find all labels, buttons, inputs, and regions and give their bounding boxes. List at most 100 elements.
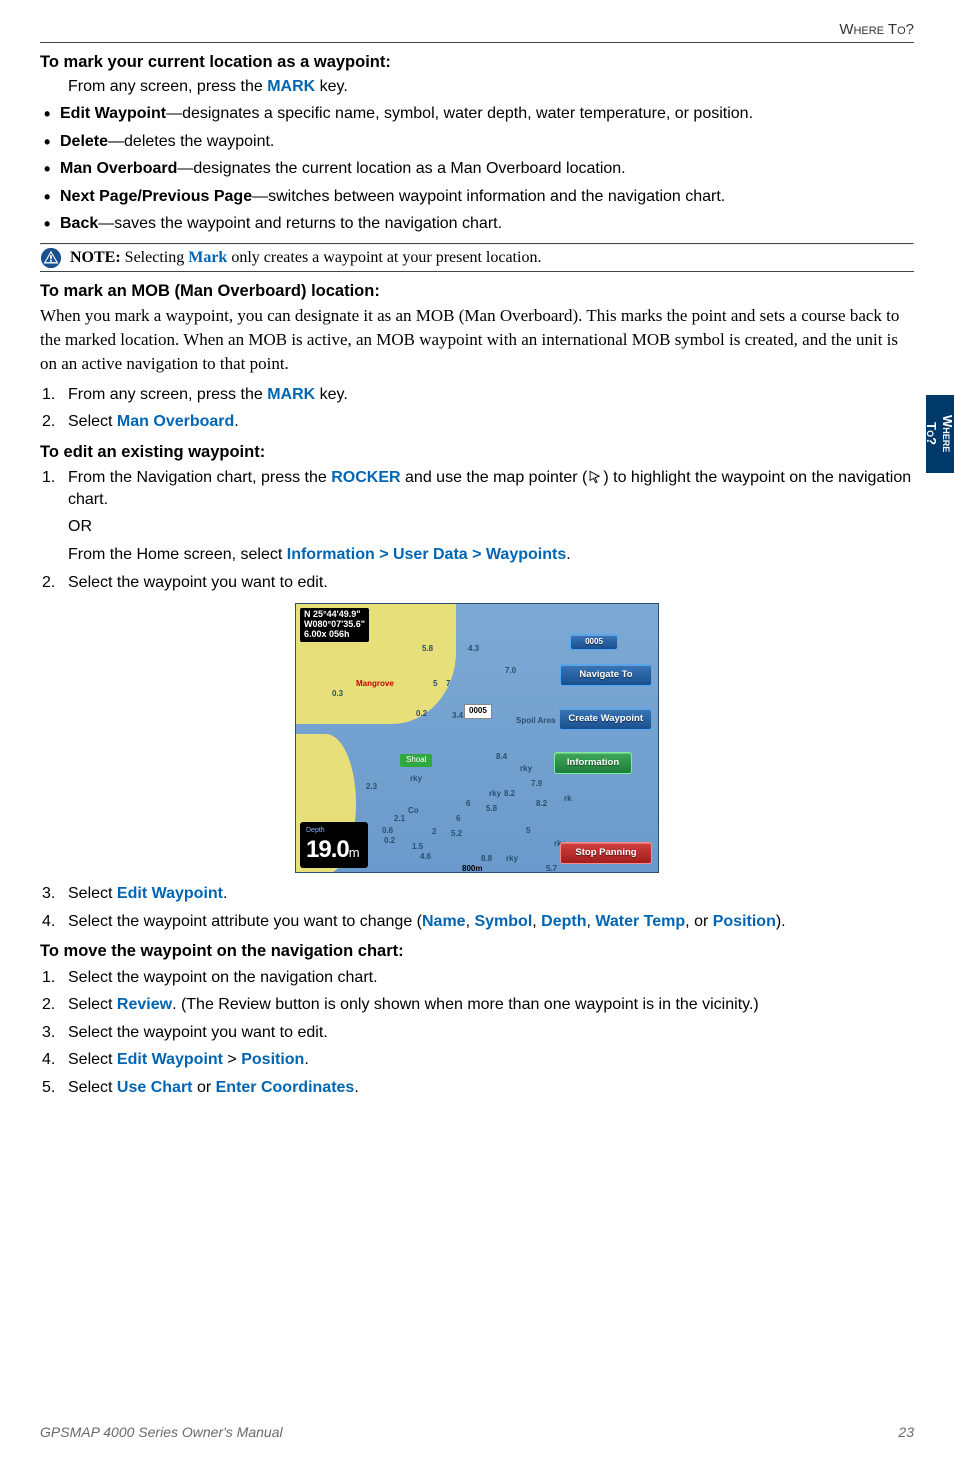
chart-screenshot: N 25°44'49.9" W080°07'35.6" 6.00x 056h M… [295, 603, 659, 873]
sounding: 8.4 [496, 752, 507, 763]
text: . (The Review button is only shown when … [172, 996, 759, 1013]
sounding: 8.8 [481, 854, 492, 865]
edit-step-3: Select Edit Waypoint. [40, 883, 914, 905]
sounding: 2 [432, 827, 436, 838]
heading-edit-waypoint: To edit an existing waypoint: [40, 441, 914, 463]
or-text: OR [68, 516, 914, 538]
depth-readout: Depth 19.0m [300, 822, 368, 868]
lead: Next Page/Previous Page [60, 188, 252, 205]
attr-watertemp: Water Temp [595, 913, 685, 930]
footer-manual-title: GPSMAP 4000 Series Owner's Manual [40, 1423, 283, 1442]
text: . [354, 1079, 358, 1096]
btn-information[interactable]: Information [554, 752, 632, 774]
coord-readout: N 25°44'49.9" W080°07'35.6" 6.00x 056h [300, 608, 369, 642]
option-back: Back—saves the waypoint and returns to t… [40, 213, 914, 235]
sounding: 0.2 [416, 709, 427, 720]
btn-waypoint-id[interactable]: 0005 [570, 634, 618, 650]
mob-steps: From any screen, press the MARK key. Sel… [40, 384, 914, 433]
rest: —saves the waypoint and returns to the n… [98, 215, 502, 232]
menu-path: Information > User Data > Waypoints [287, 546, 566, 563]
move-step-3: Select the waypoint you want to edit. [40, 1022, 914, 1044]
scale-label: 800m [462, 864, 482, 873]
option-delete: Delete—deletes the waypoint. [40, 131, 914, 153]
text: From any screen, press the [68, 386, 267, 403]
sounding: 7.0 [505, 666, 516, 677]
depth-label: Depth [306, 826, 360, 835]
sounding: 6 [466, 799, 470, 810]
position-key: Position [241, 1051, 304, 1068]
move-step-5: Select Use Chart or Enter Coordinates. [40, 1077, 914, 1099]
header-section-label: Where To? [40, 20, 914, 40]
label-mangrove: Mangrove [356, 679, 394, 690]
sounding: 3.4 [452, 711, 463, 722]
header-rule [40, 42, 914, 43]
sounding: 5 [526, 826, 530, 837]
text: From the Home screen, select [68, 546, 287, 563]
lead: Back [60, 215, 98, 232]
sounding: 5.7 [546, 864, 557, 873]
text: . [234, 413, 238, 430]
depth-unit: m [349, 845, 360, 860]
footer-page-number: 23 [898, 1423, 914, 1442]
text: . [566, 546, 570, 563]
side-tab-line2: To? [925, 423, 940, 446]
label-spoil: Spoil Area [516, 716, 555, 727]
heading-mark-mob: To mark an MOB (Man Overboard) location: [40, 280, 914, 302]
sounding: 0.2 [384, 836, 395, 847]
label-rky: rky [520, 764, 532, 775]
edit-step-2: Select the waypoint you want to edit. [40, 572, 914, 594]
attr-depth: Depth [541, 913, 586, 930]
text: Select [68, 413, 117, 430]
rest: —switches between waypoint information a… [252, 188, 725, 205]
mob-description: When you mark a waypoint, you can design… [40, 304, 914, 375]
sounding: 7.9 [531, 779, 542, 790]
label-shoal: Shoal [400, 754, 432, 767]
man-overboard-key: Man Overboard [117, 413, 234, 430]
text: ). [776, 913, 786, 930]
note-alert-icon [40, 247, 62, 269]
text: only creates a waypoint at your present … [227, 249, 541, 266]
depth-value: 19.0 [306, 836, 349, 863]
move-steps: Select the waypoint on the navigation ch… [40, 967, 914, 1099]
note-label: NOTE: [70, 249, 121, 266]
btn-create-waypoint[interactable]: Create Waypoint [559, 708, 652, 730]
coord-zoom: 6.00x 056h [304, 630, 365, 640]
sounding: 4.3 [468, 644, 479, 655]
edit-step-1-alt: From the Home screen, select Information… [68, 544, 914, 566]
mob-step-1: From any screen, press the MARK key. [40, 384, 914, 406]
lead: Delete [60, 133, 108, 150]
text: . [223, 885, 227, 902]
mark-current-instruction: From any screen, press the MARK key. [40, 76, 914, 98]
map-pointer-icon [587, 470, 603, 484]
heading-mark-current: To mark your current location as a waypo… [40, 51, 914, 73]
text: Select the waypoint attribute you want t… [68, 913, 422, 930]
note-row: NOTE: Selecting Mark only creates a wayp… [40, 245, 914, 272]
enter-coordinates-key: Enter Coordinates [216, 1079, 355, 1096]
sounding: 2.3 [366, 782, 377, 793]
side-tab-line1: Where [941, 415, 954, 452]
option-man-overboard: Man Overboard—designates the current loc… [40, 158, 914, 180]
edit-step-4: Select the waypoint attribute you want t… [40, 911, 914, 933]
edit-waypoint-key: Edit Waypoint [117, 1051, 223, 1068]
text: Select [68, 1079, 117, 1096]
btn-stop-panning[interactable]: Stop Panning [560, 842, 652, 864]
side-tab: Where To? [926, 395, 954, 473]
waypoint-label: 0005 [464, 704, 492, 719]
move-step-4: Select Edit Waypoint > Position. [40, 1049, 914, 1071]
sounding: 5.8 [422, 644, 433, 655]
text: From any screen, press the [68, 78, 267, 95]
attr-symbol: Symbol [474, 913, 532, 930]
mark-key: MARK [267, 78, 315, 95]
text: , or [685, 913, 713, 930]
label-rky: rky [506, 854, 518, 865]
move-step-1: Select the waypoint on the navigation ch… [40, 967, 914, 989]
sounding: 0.3 [332, 689, 343, 700]
text: key. [315, 386, 348, 403]
mark-key: MARK [267, 386, 315, 403]
attr-position: Position [713, 913, 776, 930]
sounding: 7 [446, 679, 450, 690]
text: Select [68, 996, 117, 1013]
text: or [193, 1079, 216, 1096]
rest: —designates a specific name, symbol, wat… [166, 105, 753, 122]
btn-navigate-to[interactable]: Navigate To [560, 664, 652, 686]
